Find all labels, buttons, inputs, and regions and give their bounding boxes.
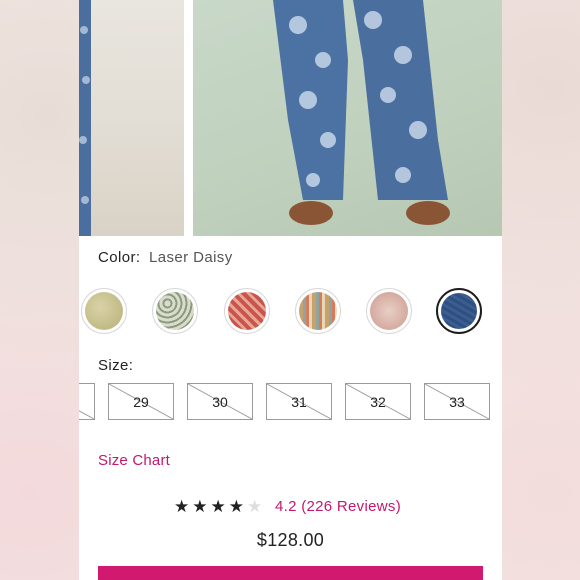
size-option-29-label: 29 [133, 393, 149, 410]
product-photo-main[interactable] [193, 0, 502, 236]
size-options: 29 30 31 32 33 [79, 383, 502, 420]
star-rating: ★★★★★ [174, 497, 265, 517]
size-option-30[interactable]: 30 [187, 383, 253, 420]
star-icon: ★ [228, 497, 247, 516]
color-value: Laser Daisy [149, 249, 233, 266]
size-option-32-label: 32 [370, 393, 386, 410]
size-option-31[interactable]: 31 [266, 383, 332, 420]
size-option-31-label: 31 [291, 393, 307, 410]
color-selection-label: Color: Laser Daisy [98, 249, 233, 266]
star-icon: ★ [192, 497, 211, 516]
product-photo-previous[interactable] [79, 0, 184, 236]
product-image-gallery[interactable] [79, 0, 502, 236]
size-label: Size: [98, 357, 134, 374]
product-price: $128.00 [256, 530, 325, 550]
size-option-29[interactable]: 29 [108, 383, 174, 420]
swatch-pale-floral[interactable] [81, 288, 127, 334]
color-swatches [79, 288, 502, 334]
swatch-stripe-multi[interactable] [295, 288, 341, 334]
star-empty-icon: ★ [247, 497, 266, 516]
reviews-link[interactable]: 4.2 (226 Reviews) [275, 498, 401, 515]
swatch-pink-toile[interactable] [366, 288, 412, 334]
product-page: Color: Laser Daisy Size: 29 30 31 32 33 … [79, 0, 502, 580]
star-icon: ★ [174, 497, 193, 516]
size-option-30-label: 30 [212, 393, 228, 410]
size-chart-link[interactable]: Size Chart [98, 452, 170, 469]
product-rating: ★★★★★ 4.2 (226 Reviews) [79, 497, 502, 517]
size-option-partial[interactable] [79, 383, 95, 420]
swatch-green-leopard[interactable] [152, 288, 198, 334]
star-icon: ★ [210, 497, 229, 516]
size-option-32[interactable]: 32 [345, 383, 411, 420]
size-option-33-label: 33 [449, 393, 465, 410]
size-option-33[interactable]: 33 [424, 383, 490, 420]
color-label: Color: [98, 249, 141, 266]
add-to-bag-button[interactable] [98, 566, 483, 580]
swatch-red-paisley[interactable] [224, 288, 270, 334]
swatch-laser-daisy-denim[interactable] [436, 288, 482, 334]
